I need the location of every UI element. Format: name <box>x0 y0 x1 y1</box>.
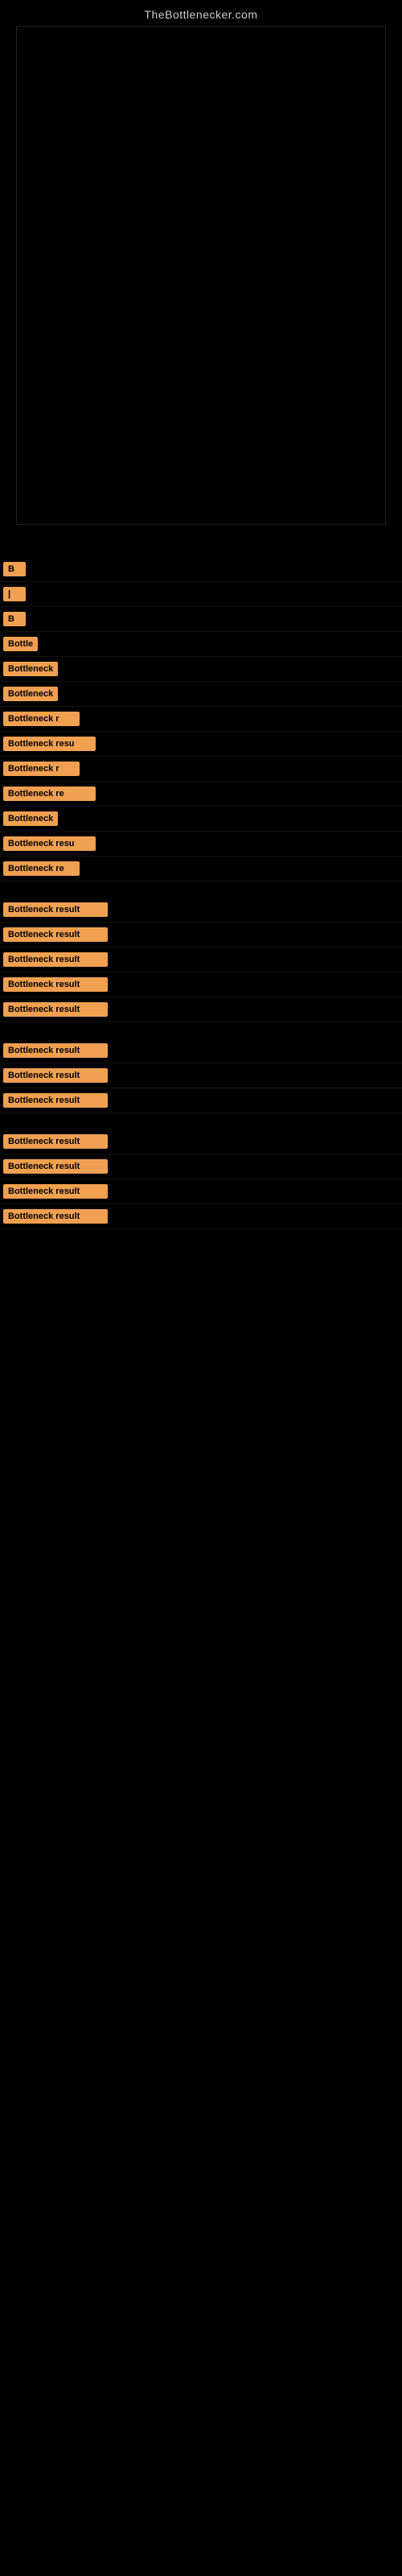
bottleneck-result-label[interactable]: Bottleneck result <box>3 952 108 967</box>
bottleneck-result-label[interactable]: Bottleneck re <box>3 786 96 801</box>
row-spacer <box>0 881 402 898</box>
result-row: | <box>0 582 402 607</box>
result-row: Bottleneck re <box>0 857 402 881</box>
result-row: Bottleneck result <box>0 1129 402 1154</box>
bottleneck-result-label[interactable]: Bottleneck result <box>3 1209 108 1224</box>
bottleneck-result-label[interactable]: Bottleneck r <box>3 712 80 726</box>
result-row: B <box>0 607 402 632</box>
result-row: Bottleneck resu <box>0 832 402 857</box>
bottleneck-result-label[interactable]: Bottleneck result <box>3 927 108 942</box>
bottleneck-result-label[interactable]: Bottleneck result <box>3 1184 108 1199</box>
bottleneck-result-label[interactable]: Bottleneck result <box>3 977 108 992</box>
result-row: Bottleneck result <box>0 1179 402 1204</box>
result-row: Bottleneck result <box>0 1154 402 1179</box>
result-row: Bottleneck <box>0 807 402 832</box>
bottleneck-result-label[interactable]: Bottleneck result <box>3 1002 108 1017</box>
results-section: B | B Bottle Bottleneck Bottleneck Bottleneck … <box>0 557 402 1245</box>
bottleneck-result-label[interactable]: Bottleneck resu <box>3 836 96 851</box>
result-row: Bottleneck r <box>0 757 402 782</box>
result-row: Bottleneck result <box>0 1038 402 1063</box>
bottleneck-result-label[interactable]: B <box>3 562 26 576</box>
bottleneck-result-label[interactable]: Bottleneck result <box>3 1159 108 1174</box>
bottleneck-result-label[interactable]: Bottle <box>3 637 38 651</box>
bottleneck-result-label[interactable]: Bottleneck resu <box>3 737 96 751</box>
result-row: Bottleneck re <box>0 782 402 807</box>
row-spacer <box>0 1022 402 1038</box>
result-row: Bottleneck result <box>0 898 402 923</box>
result-row: Bottleneck result <box>0 923 402 947</box>
bottleneck-result-label[interactable]: Bottleneck result <box>3 902 108 917</box>
bottleneck-result-label[interactable]: Bottleneck <box>3 662 58 676</box>
bottleneck-result-label[interactable]: Bottleneck result <box>3 1043 108 1058</box>
result-row: Bottle <box>0 632 402 657</box>
result-row: Bottleneck <box>0 657 402 682</box>
bottleneck-result-label[interactable]: | <box>3 587 26 601</box>
result-row: Bottleneck result <box>0 997 402 1022</box>
result-row: Bottleneck result <box>0 1204 402 1229</box>
bottleneck-result-label[interactable]: Bottleneck re <box>3 861 80 876</box>
result-row: Bottleneck resu <box>0 732 402 757</box>
result-row: Bottleneck result <box>0 1088 402 1113</box>
bottleneck-result-label[interactable]: Bottleneck <box>3 687 58 701</box>
result-row: Bottleneck <box>0 682 402 707</box>
bottleneck-result-label[interactable]: Bottleneck result <box>3 1134 108 1149</box>
bottleneck-result-label[interactable]: B <box>3 612 26 626</box>
chart-area <box>16 26 386 525</box>
result-row: Bottleneck result <box>0 972 402 997</box>
bottleneck-result-label[interactable]: Bottleneck result <box>3 1068 108 1083</box>
bottleneck-result-label[interactable]: Bottleneck r <box>3 762 80 776</box>
bottleneck-result-label[interactable]: Bottleneck result <box>3 1093 108 1108</box>
chart-spacer <box>0 525 402 557</box>
result-row: Bottleneck result <box>0 947 402 972</box>
result-row: B <box>0 557 402 582</box>
bottleneck-result-label[interactable]: Bottleneck <box>3 811 58 826</box>
result-row: Bottleneck r <box>0 707 402 732</box>
result-row: Bottleneck result <box>0 1063 402 1088</box>
site-title: TheBottlenecker.com <box>0 0 402 26</box>
row-spacer <box>0 1113 402 1129</box>
